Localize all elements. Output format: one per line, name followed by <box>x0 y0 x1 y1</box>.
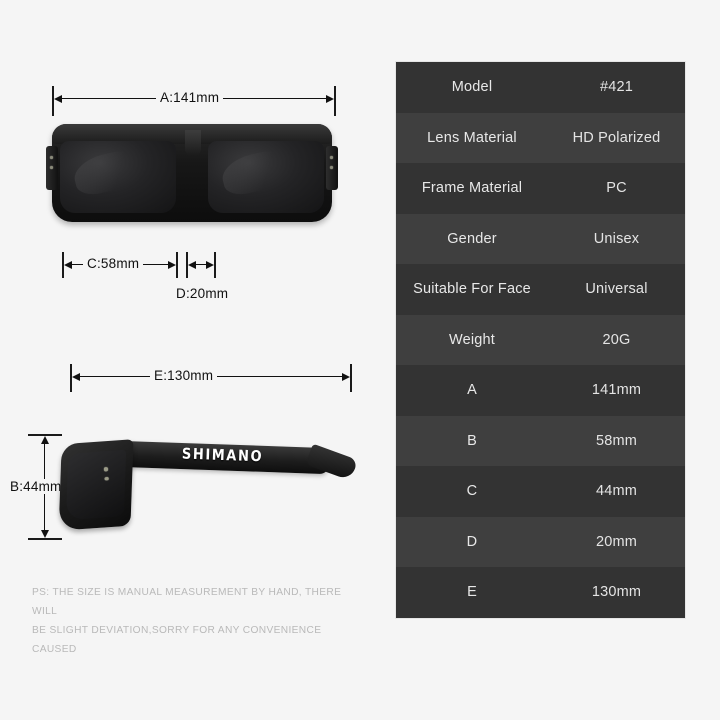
brand-logo-shimano: SHIMANO <box>181 445 264 466</box>
dimension-e-arrow-left <box>72 372 80 381</box>
dimension-d-label: D:20mm <box>172 286 233 301</box>
hinge-screw-icon <box>104 476 109 481</box>
dimension-d-arrow-right <box>206 260 214 269</box>
spec-row: Lens Material HD Polarized <box>396 112 685 163</box>
front-lens-right <box>208 141 324 213</box>
spec-row: D 20mm <box>396 516 685 567</box>
dimension-c-tick-right <box>176 252 178 278</box>
spec-value: PC <box>606 180 627 197</box>
spec-key: B <box>467 432 477 449</box>
spec-value: 130mm <box>591 584 642 601</box>
diagram-column: A:141mm C:58mm D:20mm E:130mm B:44mm SHI… <box>0 0 390 720</box>
dimension-a-arrow-left <box>54 94 62 103</box>
dimension-c-label: C:58mm <box>83 256 144 271</box>
spec-row: E 130mm <box>396 567 685 618</box>
dimension-e-tick-right <box>350 364 352 392</box>
dimension-b-arrow-top <box>40 436 49 444</box>
front-nose-bridge <box>185 130 201 156</box>
spec-value: 20mm <box>595 533 638 550</box>
spec-row: Suitable For Face Universal <box>396 264 685 315</box>
spec-value: Unisex <box>593 230 640 247</box>
side-lens-frame <box>58 439 134 531</box>
spec-value: Universal <box>585 281 648 298</box>
spec-row: A 141mm <box>396 365 685 416</box>
spec-key: A <box>467 382 477 399</box>
side-view-sunglasses: SHIMANO <box>56 410 364 551</box>
spec-row: Frame Material PC <box>396 163 685 214</box>
hinge-screw-icon <box>330 156 334 160</box>
spec-key: Lens Material <box>427 129 517 146</box>
dimension-b-label: B:44mm <box>6 479 66 494</box>
spec-value: 141mm <box>591 382 642 399</box>
spec-value: 58mm <box>595 432 638 449</box>
spec-row: Gender Unisex <box>396 213 685 264</box>
spec-key: Suitable For Face <box>413 281 531 298</box>
spec-key: Gender <box>447 230 497 247</box>
dimension-b-tick-bottom <box>28 538 62 540</box>
side-temple-tip <box>305 443 359 481</box>
dimension-a-tick-right <box>334 86 336 116</box>
dimension-a-arrow-right <box>326 94 334 103</box>
side-temple-arm: SHIMANO <box>113 440 359 481</box>
hinge-screw-icon <box>330 166 334 170</box>
front-view-sunglasses <box>42 124 342 239</box>
product-spec-page: A:141mm C:58mm D:20mm E:130mm B:44mm SHI… <box>0 0 720 720</box>
spec-row: B 58mm <box>396 415 685 466</box>
front-hinge-right <box>326 146 338 190</box>
dimension-d-arrow-left <box>188 260 196 269</box>
spec-key: Model <box>451 79 493 96</box>
spec-key: E <box>467 584 477 601</box>
specification-table: Model #421 Lens Material HD Polarized Frame … <box>396 62 685 618</box>
spec-key: Weight <box>448 331 496 348</box>
hinge-screw-icon <box>103 467 108 471</box>
spec-value: #421 <box>599 79 634 96</box>
spec-row: Weight 20G <box>396 314 685 365</box>
dimension-d-tick-right <box>214 252 216 278</box>
spec-value: HD Polarized <box>572 129 661 146</box>
dimension-c-arrow-right <box>168 260 176 269</box>
spec-row: C 44mm <box>396 466 685 517</box>
front-hinge-left <box>46 146 58 190</box>
dimension-b-arrow-bottom <box>40 530 49 538</box>
spec-value: 20G <box>602 331 631 348</box>
spec-row: Model #421 <box>396 62 685 113</box>
spec-key: C <box>466 483 478 500</box>
dimension-e-arrow-right <box>342 372 350 381</box>
measurement-disclaimer: PS: THE SIZE IS MANUAL MEASUREMENT BY HA… <box>32 584 362 660</box>
dimension-a-label: A:141mm <box>156 90 224 105</box>
disclaimer-line-1: PS: THE SIZE IS MANUAL MEASUREMENT BY HA… <box>32 587 342 617</box>
spec-key: Frame Material <box>421 180 523 197</box>
disclaimer-line-2: BE SLIGHT DEVIATION,SORRY FOR ANY CONVEN… <box>32 624 322 655</box>
dimension-c-arrow-left <box>64 260 72 269</box>
dimension-e-label: E:130mm <box>150 368 218 383</box>
hinge-screw-icon <box>50 166 54 170</box>
spec-key: D <box>466 533 478 550</box>
spec-value: 44mm <box>595 483 638 500</box>
front-lens-left <box>60 141 176 213</box>
hinge-screw-icon <box>50 156 54 160</box>
